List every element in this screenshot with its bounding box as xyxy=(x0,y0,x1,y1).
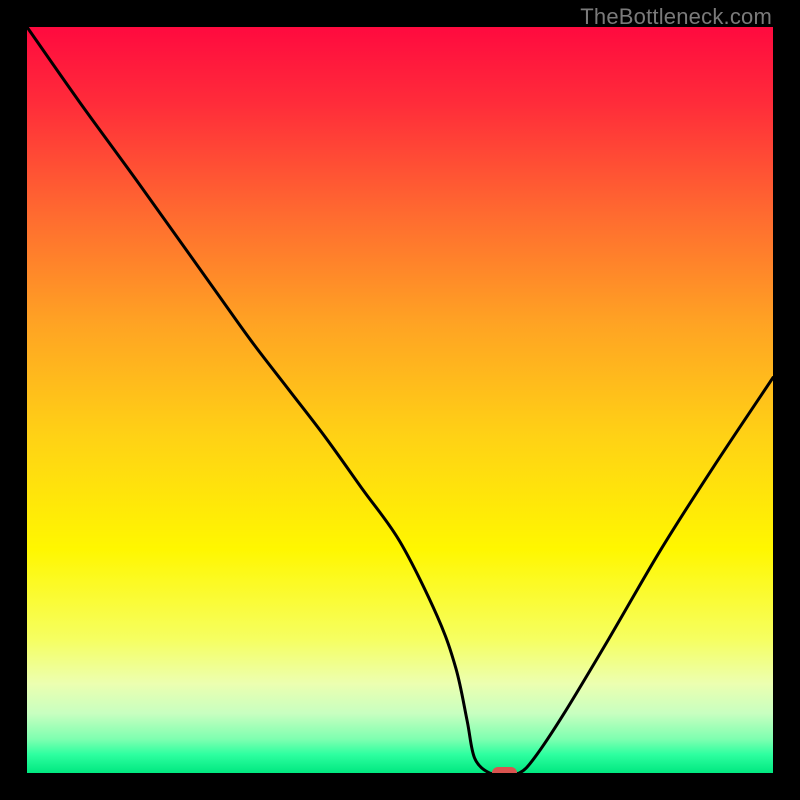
bottleneck-curve xyxy=(27,27,773,773)
plot-area xyxy=(27,27,773,773)
watermark-text: TheBottleneck.com xyxy=(580,4,772,30)
optimum-marker xyxy=(492,767,517,773)
chart-frame: TheBottleneck.com xyxy=(0,0,800,800)
